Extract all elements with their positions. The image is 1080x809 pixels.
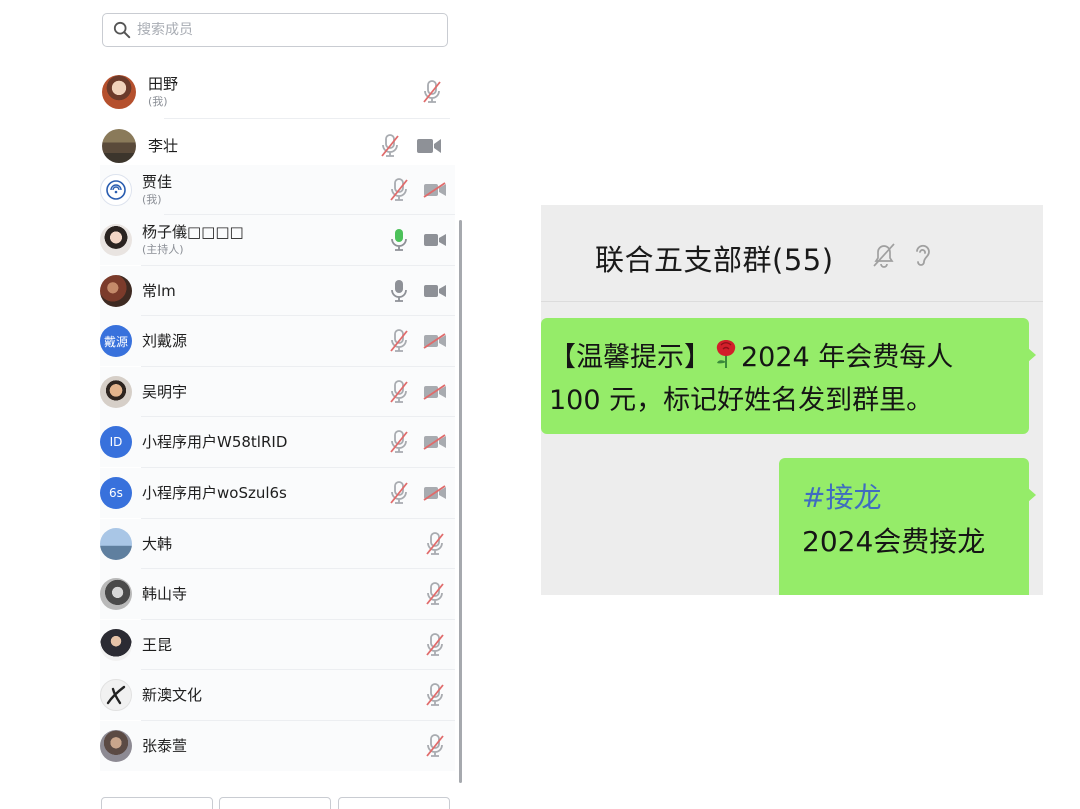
member-tag: (主持人) [142, 243, 184, 256]
mic-active-icon[interactable] [389, 228, 409, 252]
logo-icon [106, 180, 126, 200]
message-bubble[interactable]: 【温馨提示】 2024 年会费每人 100 元，标记好姓名发到群里。 [541, 318, 1036, 434]
video-off-icon[interactable] [423, 384, 447, 400]
member-name: 刘戴源 [142, 332, 188, 350]
member-name: 小程序用户woSzul6s [142, 484, 287, 502]
member-name: 田野 [148, 75, 179, 93]
message-text: 100 元，标记好姓名发到群里。 [549, 385, 934, 416]
mic-muted-icon[interactable] [425, 734, 445, 758]
search-icon [113, 21, 131, 39]
member-row[interactable]: 李壮 [100, 121, 450, 171]
member-name: 王昆 [142, 636, 173, 654]
message-text: 2024会费接龙 [802, 525, 986, 558]
avatar [100, 730, 132, 762]
search-input[interactable] [137, 22, 427, 38]
member-row[interactable]: 田野 (我) [100, 67, 450, 117]
mic-muted-icon[interactable] [389, 430, 409, 454]
member-name: 杨子儀□□□□ [142, 223, 244, 241]
member-name: 常lm [142, 282, 176, 300]
member-row[interactable]: 常lm [100, 266, 455, 316]
mic-muted-icon[interactable] [425, 633, 445, 657]
member-row[interactable]: 戴源 刘戴源 [100, 316, 455, 366]
member-name: 新澳文化 [142, 686, 203, 704]
member-name: 李壮 [148, 137, 179, 155]
member-row[interactable]: 新澳文化 [100, 670, 455, 720]
avatar [100, 376, 132, 408]
member-list-scrollbar[interactable] [459, 220, 462, 783]
avatar [100, 275, 132, 307]
avatar: 戴源 [100, 325, 132, 357]
video-icon[interactable] [423, 232, 447, 248]
member-row[interactable]: 韩山寺 [100, 569, 455, 619]
calligraphy-logo-icon [106, 685, 126, 705]
mic-muted-icon[interactable] [422, 80, 442, 104]
message-bubble[interactable]: #接龙 2024会费接龙 [779, 458, 1036, 595]
message-text: 【温馨提示】 [549, 342, 711, 373]
mic-muted-icon[interactable] [380, 134, 400, 158]
member-name: 吴明宇 [142, 383, 188, 401]
video-icon[interactable] [423, 283, 447, 299]
member-row[interactable]: 王昆 [100, 620, 455, 670]
member-name: 张泰萱 [142, 737, 188, 755]
member-row[interactable]: 吴明宇 [100, 367, 455, 417]
member-row[interactable]: 杨子儀□□□□ (主持人) [100, 215, 455, 265]
video-icon[interactable] [416, 137, 442, 155]
hashtag-link[interactable]: #接龙 [802, 476, 1019, 520]
avatar [102, 75, 136, 109]
message-text: 2024 年会费每人 [741, 342, 954, 373]
bottom-action-button[interactable] [101, 797, 213, 809]
chat-window: 联合五支部群(55) 【温馨提示】 2024 年会费每人 100 元，标记好姓名… [541, 205, 1043, 595]
mic-muted-icon[interactable] [389, 329, 409, 353]
member-name: 贾佳 [142, 173, 173, 191]
chat-title: 联合五支部群(55) [595, 243, 834, 277]
avatar [100, 528, 132, 560]
member-name: 韩山寺 [142, 585, 188, 603]
avatar: 6s [100, 477, 132, 509]
bottom-action-button[interactable] [219, 797, 331, 809]
mic-muted-icon[interactable] [389, 380, 409, 404]
video-off-icon[interactable] [423, 333, 447, 349]
video-off-icon[interactable] [423, 434, 447, 450]
member-row[interactable]: ID 小程序用户W58tlRID [100, 417, 455, 467]
mic-muted-icon[interactable] [389, 481, 409, 505]
bottom-action-button[interactable] [338, 797, 450, 809]
mic-muted-icon[interactable] [425, 532, 445, 556]
mic-muted-icon[interactable] [425, 582, 445, 606]
video-off-icon[interactable] [423, 485, 447, 501]
rose-emoji [716, 340, 736, 368]
member-name: 小程序用户W58tlRID [142, 433, 288, 451]
mic-icon[interactable] [389, 279, 409, 303]
member-name: 大韩 [142, 535, 173, 553]
avatar [100, 679, 132, 711]
bell-off-icon [873, 243, 895, 268]
mic-muted-icon[interactable] [425, 683, 445, 707]
mic-muted-icon[interactable] [389, 178, 409, 202]
avatar [102, 129, 136, 163]
video-off-icon[interactable] [423, 182, 447, 198]
avatar [100, 629, 132, 661]
member-tag: (我) [148, 95, 168, 108]
member-row[interactable]: 贾佳 (我) [100, 165, 455, 215]
search-box[interactable] [102, 13, 448, 47]
avatar [100, 224, 132, 256]
avatar [100, 174, 132, 206]
member-row[interactable]: 6s 小程序用户woSzul6s [100, 468, 455, 518]
ear-icon [916, 244, 930, 266]
avatar: ID [100, 426, 132, 458]
member-tag: (我) [142, 193, 162, 206]
avatar [100, 578, 132, 610]
member-row[interactable]: 张泰萱 [100, 721, 455, 771]
member-row[interactable]: 大韩 [100, 519, 455, 569]
